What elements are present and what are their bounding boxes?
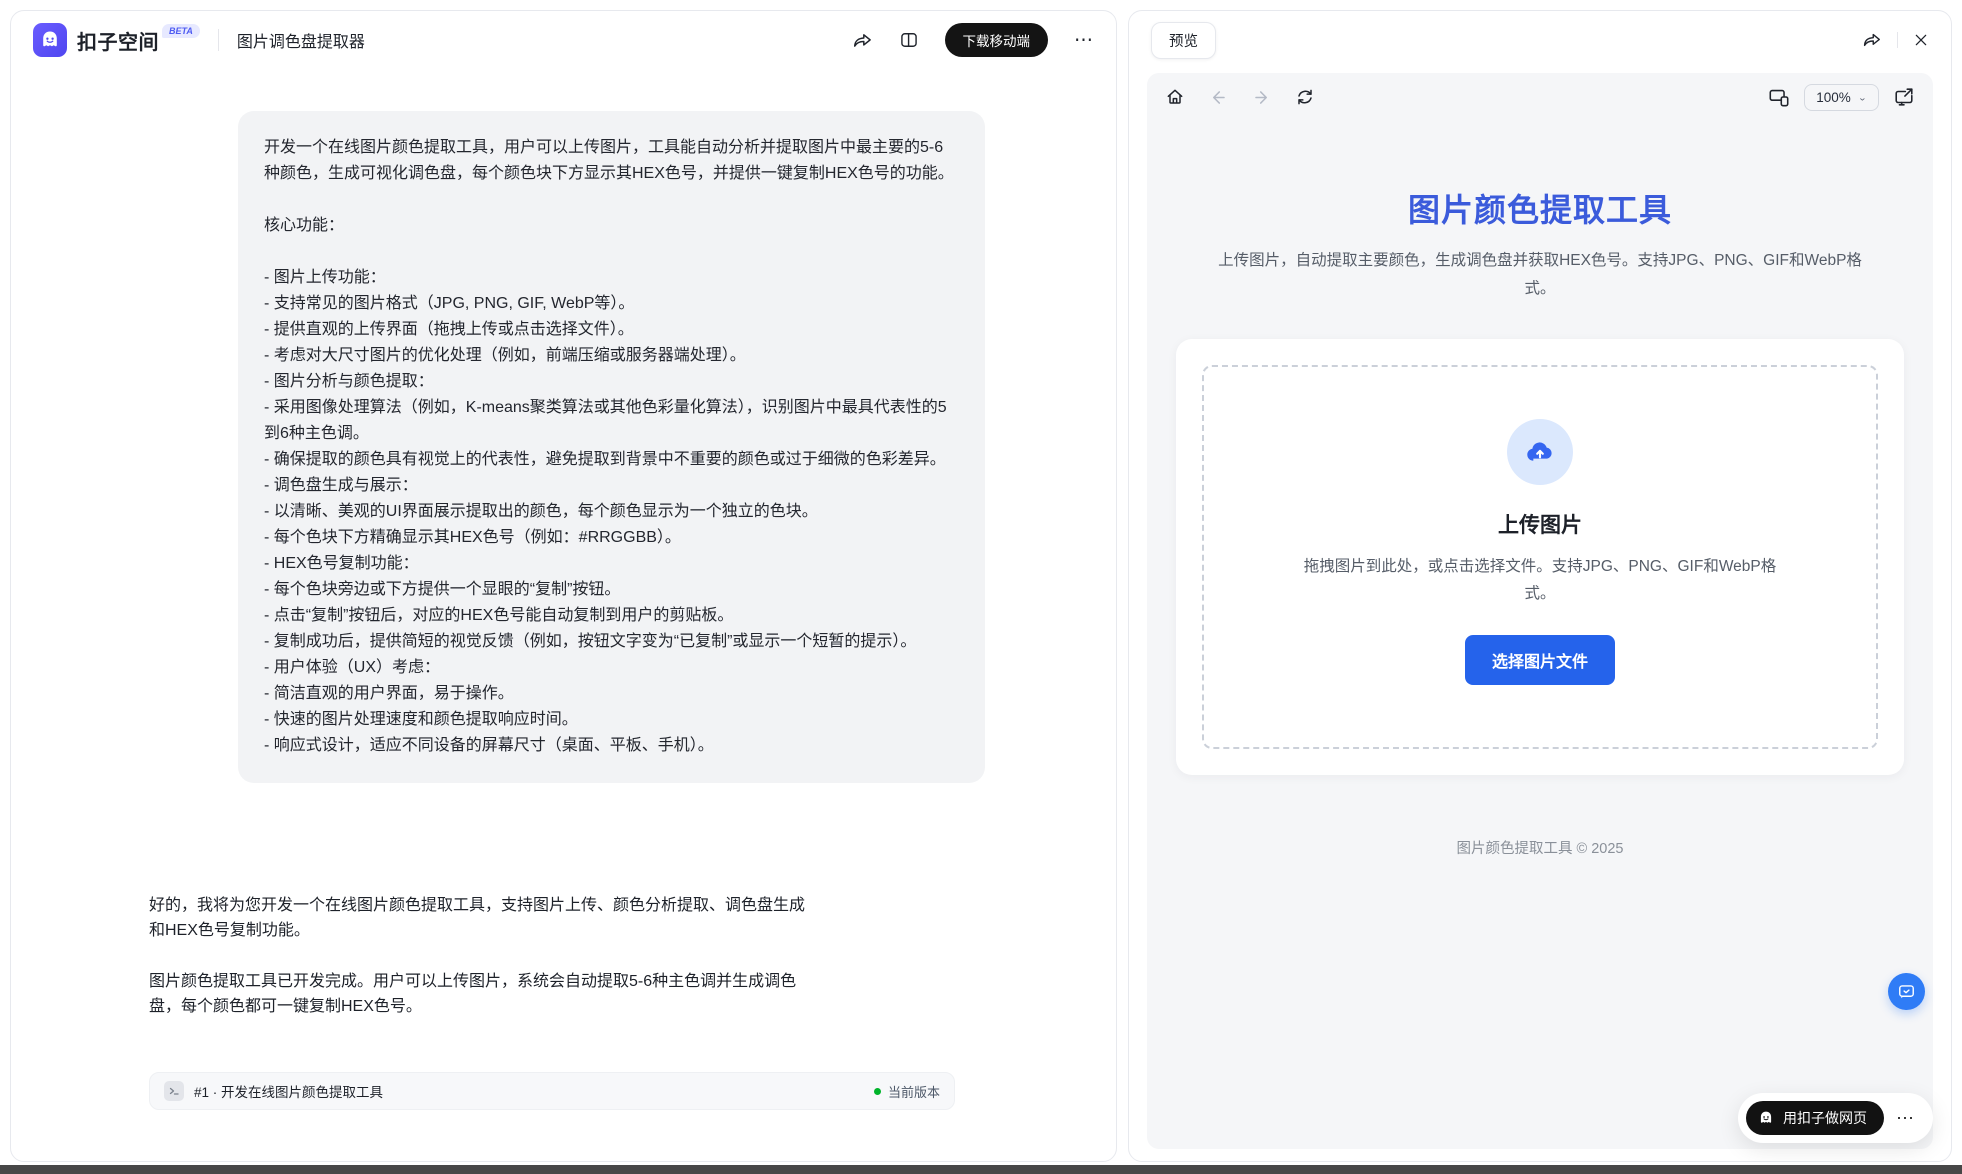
prompt-item: - 每个色块下方精确显示其HEX色号（例如：#RRGGBB）。 (264, 525, 959, 551)
terminal-icon (164, 1081, 184, 1101)
ghost-icon (1757, 1109, 1775, 1127)
download-mobile-button[interactable]: 下载移动端 (945, 23, 1049, 57)
prompt-item: - 考虑对大尺寸图片的优化处理（例如，前端压缩或服务器端处理）。 (264, 343, 959, 369)
device-toggle-button[interactable] (1768, 86, 1790, 108)
prompt-item: - 用户体验（UX）考虑： (264, 655, 959, 681)
responsive-device-icon (1768, 86, 1790, 108)
page-footer: 图片颜色提取工具 © 2025 (1147, 837, 1933, 858)
preview-share-button[interactable] (1862, 30, 1882, 50)
preview-panel: 预览 (1128, 10, 1952, 1162)
prompt-section-label: 核心功能： (264, 213, 959, 239)
ghost-icon (38, 28, 62, 52)
refresh-button[interactable] (1295, 87, 1315, 107)
chevron-down-icon: ⌄ (1858, 92, 1867, 102)
user-prompt-message: 开发一个在线图片颜色提取工具，用户可以上传图片，工具能自动分析并提取图片中最主要… (238, 111, 985, 783)
make-page-button[interactable]: 用扣子做网页 (1746, 1101, 1884, 1135)
home-icon (1165, 87, 1185, 107)
share-button[interactable] (852, 30, 873, 51)
window-bottom-edge (0, 1165, 1962, 1174)
brand-name: 扣子空间 (77, 26, 159, 55)
upload-hint: 拖拽图片到此处，或点击选择文件。支持JPG、PNG、GIF和WebP格式。 (1301, 553, 1779, 607)
widget-more-button[interactable]: ⋯ (1886, 1108, 1925, 1129)
beta-badge: BETA (162, 24, 200, 38)
prompt-item: - HEX色号复制功能： (264, 551, 959, 577)
prompt-item-list: - 图片上传功能：- 支持常见的图片格式（JPG, PNG, GIF, WebP… (264, 265, 959, 759)
cloud-upload-icon (1524, 436, 1556, 468)
split-view-icon (899, 30, 919, 50)
share-icon (852, 30, 873, 51)
arrow-right-icon (1252, 88, 1271, 107)
prompt-item: - 确保提取的颜色具有视觉上的代表性，避免提取到背景中不重要的颜色或过于细微的色… (264, 447, 959, 473)
version-label: #1 · 开发在线图片颜色提取工具 (194, 1081, 383, 1101)
upload-card: 上传图片 拖拽图片到此处，或点击选择文件。支持JPG、PNG、GIF和WebP格… (1176, 339, 1904, 775)
reply-paragraph: 好的，我将为您开发一个在线图片颜色提取工具，支持图片上传、颜色分析提取、调色盘生… (149, 893, 811, 943)
chat-panel-header: 扣子空间 BETA 图片调色盘提取器 下载移动端 ⋯ (11, 11, 1116, 69)
chat-bubble-icon (1897, 982, 1916, 1001)
app-window: 扣子空间 BETA 图片调色盘提取器 下载移动端 ⋯ 开发一个在线图片颜色提取工… (0, 0, 1962, 1174)
prompt-item: - 点击“复制”按钮后，对应的HEX色号能自动复制到用户的剪贴板。 (264, 603, 959, 629)
preview-close-button[interactable] (1913, 32, 1929, 48)
open-in-new-window-icon (1893, 86, 1915, 108)
page-subtitle: 上传图片，自动提取主要颜色，生成调色盘并获取HEX色号。支持JPG、PNG、GI… (1211, 247, 1869, 303)
prompt-item: - 简洁直观的用户界面，易于操作。 (264, 681, 959, 707)
prompt-item: - 图片上传功能： (264, 265, 959, 291)
home-button[interactable] (1165, 87, 1185, 107)
document-title: 图片调色盘提取器 (237, 28, 365, 52)
upload-dropzone[interactable]: 上传图片 拖拽图片到此处，或点击选择文件。支持JPG、PNG、GIF和WebP格… (1202, 365, 1878, 749)
prompt-item: - 提供直观的上传界面（拖拽上传或点击选择文件）。 (264, 317, 959, 343)
share-icon (1862, 30, 1882, 50)
upload-heading: 上传图片 (1234, 509, 1846, 539)
zoom-level: 100% (1816, 90, 1851, 105)
reply-paragraph: 图片颜色提取工具已开发完成。用户可以上传图片，系统会自动提取5-6种主色调并生成… (149, 969, 811, 1019)
preview-panel-header: 预览 (1129, 11, 1951, 69)
prompt-item: - 图片分析与颜色提取： (264, 369, 959, 395)
page-title: 图片颜色提取工具 (1147, 185, 1933, 231)
preview-browser: 100% ⌄ 图片颜色提取工具 上传图片，自动提取主要颜色 (1147, 73, 1933, 1149)
prompt-item: - 响应式设计，适应不同设备的屏幕尺寸（桌面、平板、手机）。 (264, 733, 959, 759)
choose-file-button[interactable]: 选择图片文件 (1465, 635, 1615, 685)
forward-button[interactable] (1252, 88, 1271, 107)
prompt-item: - 快速的图片处理速度和颜色提取响应时间。 (264, 707, 959, 733)
prompt-item: - 支持常见的图片格式（JPG, PNG, GIF, WebP等）。 (264, 291, 959, 317)
more-menu-button[interactable]: ⋯ (1074, 29, 1094, 52)
prompt-item: - 每个色块旁边或下方提供一个显眼的“复制”按钮。 (264, 577, 959, 603)
prompt-item: - 复制成功后，提供简短的视觉反馈（例如，按钮文字变为“已复制”或显示一个短暂的… (264, 629, 959, 655)
back-button[interactable] (1209, 88, 1228, 107)
prompt-item: - 采用图像处理算法（例如，K-means聚类算法或其他色彩量化算法），识别图片… (264, 395, 959, 447)
zoom-select[interactable]: 100% ⌄ (1804, 84, 1879, 111)
header-divider (218, 29, 219, 51)
feedback-chat-button[interactable] (1888, 973, 1925, 1010)
refresh-icon (1295, 87, 1315, 107)
make-page-label: 用扣子做网页 (1783, 1108, 1867, 1128)
coze-logo[interactable] (33, 23, 67, 57)
version-bar[interactable]: #1 · 开发在线图片颜色提取工具 当前版本 (149, 1072, 955, 1110)
current-version-text: 当前版本 (888, 1082, 940, 1101)
made-with-coze-widget: 用扣子做网页 ⋯ (1738, 1093, 1933, 1143)
preview-tab[interactable]: 预览 (1151, 22, 1216, 59)
close-icon (1913, 32, 1929, 48)
preview-toolbar: 100% ⌄ (1147, 73, 1933, 121)
prompt-item: - 以清晰、美观的UI界面展示提取出的颜色，每个颜色显示为一个独立的色块。 (264, 499, 959, 525)
preview-page: 图片颜色提取工具 上传图片，自动提取主要颜色，生成调色盘并获取HEX色号。支持J… (1147, 185, 1933, 858)
open-external-button[interactable] (1893, 86, 1915, 108)
upload-icon-circle (1507, 419, 1573, 485)
prompt-intro: 开发一个在线图片颜色提取工具，用户可以上传图片，工具能自动分析并提取图片中最主要… (264, 135, 959, 187)
layout-toggle-button[interactable] (899, 30, 919, 50)
chat-panel: 扣子空间 BETA 图片调色盘提取器 下载移动端 ⋯ 开发一个在线图片颜色提取工… (10, 10, 1117, 1162)
prompt-item: - 调色盘生成与展示： (264, 473, 959, 499)
current-version-dot (874, 1088, 881, 1095)
arrow-left-icon (1209, 88, 1228, 107)
header-divider (1897, 32, 1898, 48)
assistant-reply: 好的，我将为您开发一个在线图片颜色提取工具，支持图片上传、颜色分析提取、调色盘生… (149, 893, 811, 1019)
